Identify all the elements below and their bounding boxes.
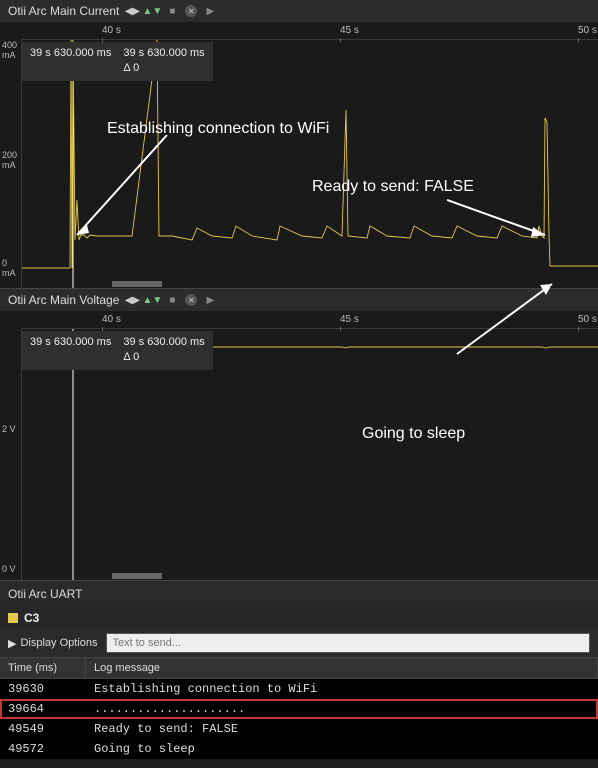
uart-row-message: Going to sleep [94,742,590,756]
close-icon[interactable]: ✕ [185,5,197,17]
voltage-hscroll[interactable] [112,573,162,579]
uart-log-row[interactable]: 49572Going to sleep [0,739,598,759]
uart-col-msg[interactable]: Log message [86,658,598,678]
uart-row-time: 49572 [8,742,94,756]
uart-col-time[interactable]: Time (ms) [0,658,86,678]
annotation-sleep: Going to sleep [362,425,465,443]
current-chart[interactable]: 40 s 45 s 50 s 400 mA 200 mA 0 mA 39 s 6… [0,22,598,288]
channel-label: C3 [24,611,39,625]
voltage-time-ruler: 40 s 45 s 50 s [22,311,598,329]
pan-vertical-icon[interactable]: ▲▼ [145,293,159,307]
uart-row-time: 49549 [8,722,94,736]
close-icon[interactable]: ✕ [185,294,197,306]
time-tick: 45 s [340,314,359,325]
uart-row-time: 39630 [8,682,94,696]
pan-horizontal-icon[interactable]: ◀▶ [125,293,139,307]
voltage-y-axis: 2 V 0 V [0,329,22,580]
time-tick: 40 s [102,25,121,36]
current-y-axis: 400 mA 200 mA 0 mA [0,40,22,288]
chevron-right-icon: ▶ [8,637,16,650]
uart-row-message: Ready to send: FALSE [94,722,590,736]
pan-vertical-icon[interactable]: ▲▼ [145,4,159,18]
current-panel: Otii Arc Main Current ◀▶ ▲▼ ■ ✕ ▶ 40 s 4… [0,0,598,289]
current-panel-title: Otii Arc Main Current [8,4,119,18]
pan-horizontal-icon[interactable]: ◀▶ [125,4,139,18]
stop-icon[interactable]: ■ [165,293,179,307]
y-tick: 200 mA [2,150,21,170]
uart-send-input[interactable] [106,633,590,653]
voltage-panel-header: Otii Arc Main Voltage ◀▶ ▲▼ ■ ✕ ▶ [0,289,598,311]
measure-delta: Δ 0 [123,61,204,76]
play-icon[interactable]: ▶ [203,293,217,307]
time-tick: 50 s [578,314,597,325]
y-tick: 2 V [2,424,16,434]
uart-log-row[interactable]: 39630Establishing connection to WiFi [0,679,598,699]
uart-row-message: Establishing connection to WiFi [94,682,590,696]
display-options-label: Display Options [20,637,97,649]
uart-log-row[interactable]: 49549Ready to send: FALSE [0,719,598,739]
voltage-plot[interactable]: 39 s 630.000 ms 39 s 630.000 ms Δ 0 Goin… [22,329,598,580]
measure-t2: 39 s 630.000 ms [123,46,204,61]
y-tick: 0 V [2,564,16,574]
voltage-panel: Otii Arc Main Voltage ◀▶ ▲▼ ■ ✕ ▶ 40 s 4… [0,289,598,581]
uart-table-header: Time (ms) Log message [0,657,598,679]
voltage-panel-title: Otii Arc Main Voltage [8,293,119,307]
voltage-chart[interactable]: 40 s 45 s 50 s 2 V 0 V 39 s 630.000 ms 3… [0,311,598,580]
current-hscroll[interactable] [112,281,162,287]
uart-row-time: 39664 [8,702,94,716]
time-tick: 40 s [102,314,121,325]
play-icon[interactable]: ▶ [203,4,217,18]
current-plot[interactable]: 39 s 630.000 ms 39 s 630.000 ms Δ 0 Esta… [22,40,598,288]
uart-log-rows[interactable]: 39630Establishing connection to WiFi3966… [0,679,598,759]
measure-t1: 39 s 630.000 ms [30,46,111,61]
uart-row-message: ..................... [94,702,590,716]
uart-controls-row: ▶ Display Options [0,629,598,657]
uart-channel-row[interactable]: C3 [0,607,598,629]
uart-panel: Otii Arc UART C3 ▶ Display Options Time … [0,581,598,759]
current-panel-header: Otii Arc Main Current ◀▶ ▲▼ ■ ✕ ▶ [0,0,598,22]
current-measure-tooltip: 39 s 630.000 ms 39 s 630.000 ms Δ 0 [22,42,213,81]
uart-panel-title: Otii Arc UART [0,581,598,607]
time-tick: 50 s [578,25,597,36]
voltage-measure-tooltip: 39 s 630.000 ms 39 s 630.000 ms Δ 0 [22,331,213,370]
uart-log-row[interactable]: 39664..................... [0,699,598,719]
annotation-ready: Ready to send: FALSE [312,178,474,196]
stop-icon[interactable]: ■ [165,4,179,18]
measure-t1: 39 s 630.000 ms [30,335,111,350]
y-tick: 0 mA [2,258,21,278]
current-time-ruler: 40 s 45 s 50 s [22,22,598,40]
annotation-wifi: Establishing connection to WiFi [107,120,329,138]
measure-t2: 39 s 630.000 ms [123,335,204,350]
y-tick: 400 mA [2,40,21,60]
time-tick: 45 s [340,25,359,36]
measure-delta: Δ 0 [123,350,204,365]
display-options-toggle[interactable]: ▶ Display Options [8,637,98,650]
channel-color-swatch [8,613,18,623]
